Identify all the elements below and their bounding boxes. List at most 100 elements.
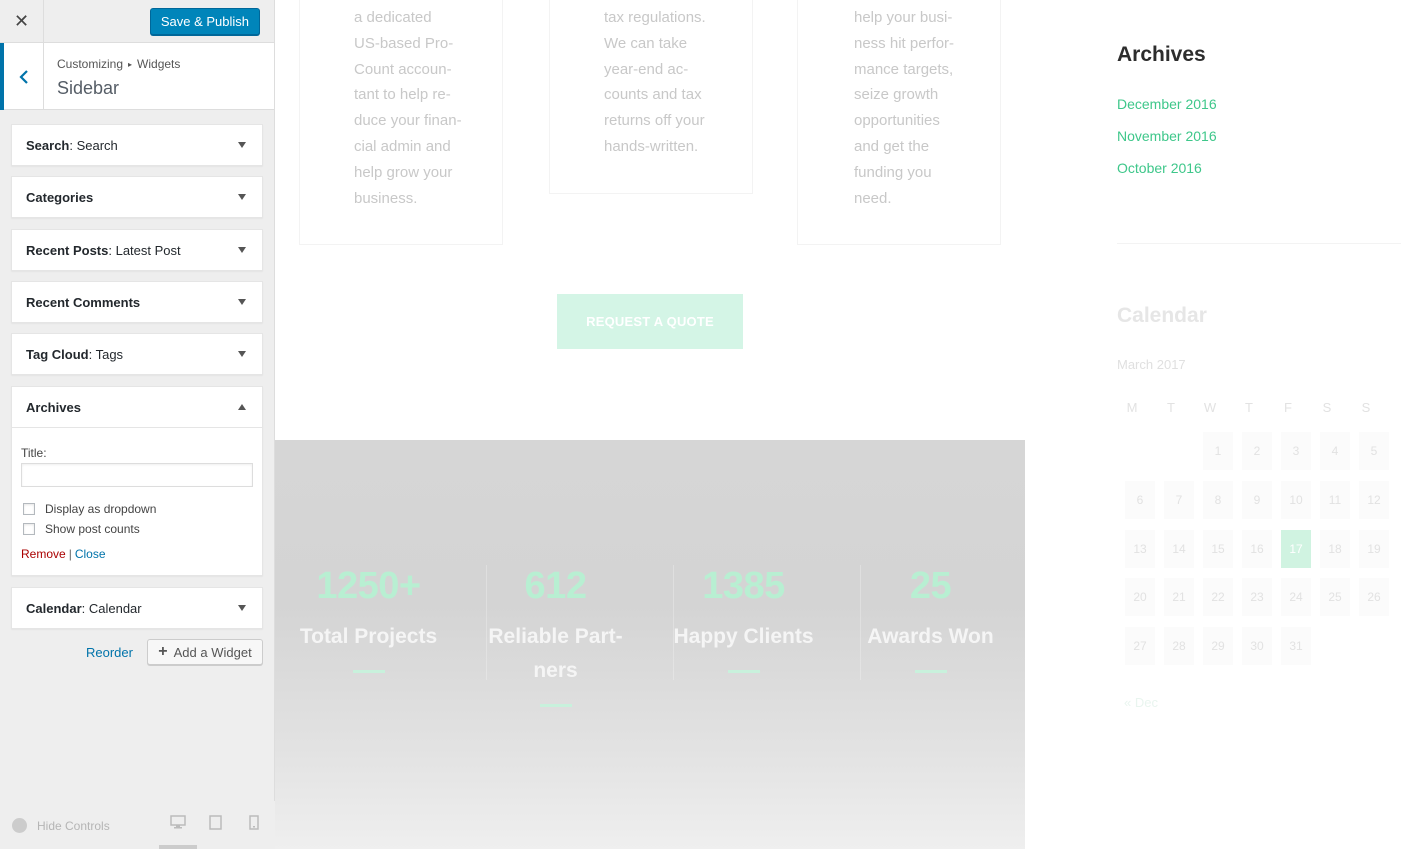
stat-item: 612 Reliable Part- ners bbox=[462, 565, 649, 707]
expand-arrow-icon[interactable] bbox=[238, 351, 246, 357]
calendar-day: 13 bbox=[1125, 530, 1155, 568]
widget-actions: Remove | Close bbox=[21, 547, 253, 561]
dropdown-option: Display as dropdown bbox=[21, 499, 253, 519]
card-text: a dedicated US-based Pro- Count accoun- … bbox=[354, 9, 462, 207]
title-input[interactable] bbox=[21, 463, 253, 487]
calendar-day: 24 bbox=[1281, 578, 1311, 616]
calendar-day: 18 bbox=[1320, 530, 1350, 568]
stat-label: Total Projects bbox=[299, 625, 438, 648]
widget-calendar[interactable]: Calendar: Calendar bbox=[11, 587, 263, 629]
display-dropdown-checkbox[interactable] bbox=[23, 503, 35, 515]
calendar-day: 16 bbox=[1242, 530, 1272, 568]
widget-header[interactable]: Calendar: Calendar bbox=[12, 588, 262, 628]
breadcrumb-item: Widgets bbox=[137, 57, 181, 71]
tablet-icon[interactable] bbox=[209, 815, 222, 835]
expand-arrow-icon[interactable] bbox=[238, 194, 246, 200]
stats-section: 1250+ Total Projects 612 Reliable Part- … bbox=[275, 440, 1025, 849]
stat-label: Happy Clients bbox=[673, 625, 814, 648]
close-icon[interactable]: ✕ bbox=[0, 0, 44, 43]
expand-arrow-icon[interactable] bbox=[238, 299, 246, 305]
calendar-heading: Calendar bbox=[1117, 304, 1207, 327]
widget-header[interactable]: Search: Search bbox=[12, 125, 262, 165]
calendar-caption: March 2017 bbox=[1117, 357, 1186, 372]
breadcrumb-separator-icon: ▸ bbox=[128, 60, 133, 69]
service-card: help your busi- ness hit perfor- mance t… bbox=[797, 0, 1001, 245]
desktop-icon[interactable] bbox=[170, 815, 186, 834]
widget-recent-comments[interactable]: Recent Comments bbox=[11, 281, 263, 323]
collapse-arrow-icon[interactable] bbox=[238, 404, 246, 410]
calendar-weekday: M bbox=[1126, 400, 1138, 415]
expand-arrow-icon[interactable] bbox=[238, 247, 246, 253]
widget-title: Archives bbox=[26, 400, 81, 415]
stat-number: 612 bbox=[524, 565, 587, 607]
calendar-weekday: S bbox=[1322, 400, 1332, 415]
widget-title: Recent Posts: Latest Post bbox=[26, 243, 181, 258]
widget-title: Calendar: Calendar bbox=[26, 601, 142, 616]
archive-link[interactable]: October 2016 bbox=[1117, 160, 1202, 176]
calendar-day: 26 bbox=[1359, 578, 1389, 616]
mobile-icon[interactable] bbox=[249, 815, 259, 835]
calendar-day: 31 bbox=[1281, 627, 1311, 665]
customizer-panel: ✕ Save & Publish Customizing ▸ Widgets Sid… bbox=[0, 0, 275, 849]
stat-item: 25 Awards Won bbox=[837, 565, 1024, 673]
calendar-prev-link[interactable]: « Dec bbox=[1124, 695, 1158, 710]
widget-categories[interactable]: Categories bbox=[11, 176, 263, 218]
widget-header[interactable]: Archives bbox=[12, 387, 262, 427]
hide-controls-button[interactable]: Hide Controls bbox=[12, 818, 110, 833]
reorder-link[interactable]: Reorder bbox=[86, 645, 133, 660]
customizer-footer: Hide Controls bbox=[0, 801, 275, 849]
divider bbox=[1117, 243, 1401, 244]
title-label: Title: bbox=[21, 446, 47, 460]
expand-arrow-icon[interactable] bbox=[238, 142, 246, 148]
hide-controls-label: Hide Controls bbox=[37, 818, 110, 833]
expand-arrow-icon[interactable] bbox=[238, 605, 246, 611]
calendar-day: 19 bbox=[1359, 530, 1389, 568]
calendar-day: 1 bbox=[1203, 432, 1233, 470]
calendar-weekday: T bbox=[1167, 400, 1175, 415]
widget-tag-cloud[interactable]: Tag Cloud: Tags bbox=[11, 333, 263, 375]
calendar-day: 30 bbox=[1242, 627, 1272, 665]
archive-link[interactable]: November 2016 bbox=[1117, 128, 1217, 144]
show-post-counts-label: Show post counts bbox=[45, 522, 140, 536]
widget-archives[interactable]: Archives Title: Display as dropdown Show… bbox=[11, 386, 263, 576]
stat-label: Reliable Part- ners bbox=[488, 625, 623, 682]
request-quote-button[interactable]: REQUEST A QUOTE bbox=[557, 294, 743, 349]
back-arrow-icon[interactable] bbox=[0, 43, 44, 110]
archive-link[interactable]: December 2016 bbox=[1117, 96, 1217, 112]
calendar-day: 3 bbox=[1281, 432, 1311, 470]
display-dropdown-label: Display as dropdown bbox=[45, 502, 157, 516]
calendar-today: 17 bbox=[1281, 530, 1311, 568]
calendar-day: 10 bbox=[1281, 481, 1311, 519]
widget-header[interactable]: Recent Posts: Latest Post bbox=[12, 230, 262, 270]
calendar-day: 22 bbox=[1203, 578, 1233, 616]
calendar-day: 14 bbox=[1164, 530, 1194, 568]
card-text: help your busi- ness hit perfor- mance t… bbox=[854, 9, 955, 207]
stat-number: 1385 bbox=[702, 565, 785, 607]
calendar-weekday: S bbox=[1361, 400, 1371, 415]
show-post-counts-checkbox[interactable] bbox=[23, 523, 35, 535]
add-widget-label: Add a Widget bbox=[173, 644, 252, 660]
calendar-day: 15 bbox=[1203, 530, 1233, 568]
add-widget-button[interactable]: + Add a Widget bbox=[147, 639, 263, 665]
widget-header[interactable]: Tag Cloud: Tags bbox=[12, 334, 262, 374]
save-publish-button[interactable]: Save & Publish bbox=[149, 8, 260, 35]
stat-item: 1385 Happy Clients bbox=[650, 565, 837, 673]
widget-header[interactable]: Recent Comments bbox=[12, 282, 262, 322]
separator: | bbox=[68, 547, 72, 561]
calendar-day: 28 bbox=[1164, 627, 1194, 665]
stat-underline bbox=[352, 670, 385, 673]
archives-heading: Archives bbox=[1117, 43, 1206, 66]
widget-search[interactable]: Search: Search bbox=[11, 124, 263, 166]
close-link[interactable]: Close bbox=[75, 547, 106, 561]
widget-recent-posts[interactable]: Recent Posts: Latest Post bbox=[11, 229, 263, 271]
calendar-day: 25 bbox=[1320, 578, 1350, 616]
calendar-weekday: W bbox=[1203, 400, 1217, 415]
widget-title: Recent Comments bbox=[26, 295, 141, 310]
widget-header[interactable]: Categories bbox=[12, 177, 262, 217]
remove-link[interactable]: Remove bbox=[21, 547, 66, 561]
calendar-weekday: F bbox=[1284, 400, 1292, 415]
widget-title: Search: Search bbox=[26, 138, 118, 153]
widget-form: Title: Display as dropdown Show post cou… bbox=[12, 427, 262, 575]
calendar-day: 23 bbox=[1242, 578, 1272, 616]
active-device-indicator bbox=[159, 845, 197, 849]
